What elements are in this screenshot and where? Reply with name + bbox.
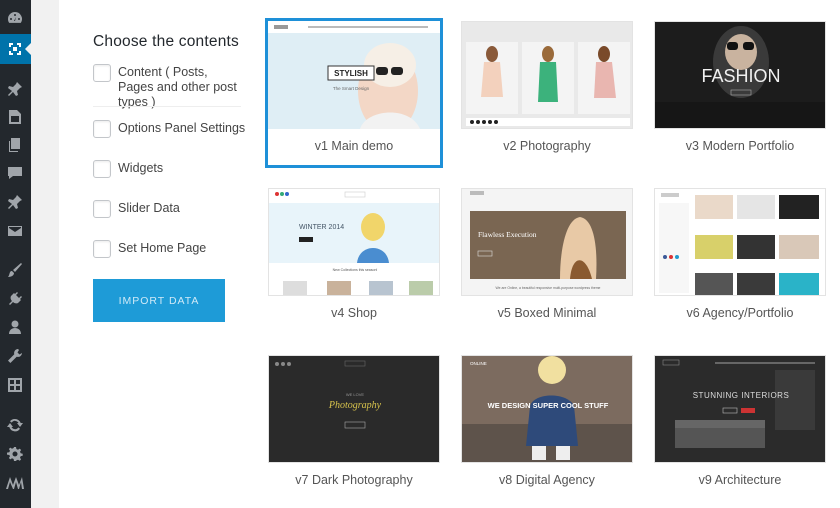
pages-icon[interactable] <box>6 136 24 154</box>
demo-caption: v2 Photography <box>503 139 591 153</box>
demo-caption: v9 Architecture <box>698 473 782 487</box>
demo-subtitle: ONLINE <box>470 361 487 366</box>
demo-banner: WINTER 2014 <box>299 224 344 231</box>
demo-caption: v4 Shop <box>331 306 377 320</box>
option-slider-data[interactable]: Slider Data <box>93 200 243 218</box>
divider <box>93 106 241 107</box>
demo-card-v6[interactable]: v6 Agency/Portfolio <box>654 188 826 320</box>
demo-card-v8[interactable]: ONLINE WE DESIGN SUPER COOL STUFF v8 Dig… <box>461 355 633 487</box>
demo-caption: v8 Digital Agency <box>499 473 595 487</box>
wrench-icon[interactable] <box>6 347 24 365</box>
demo-banner: Flawless Execution <box>478 230 537 239</box>
gear-icon[interactable] <box>6 445 24 463</box>
import-data-button[interactable]: IMPORT DATA <box>93 279 225 322</box>
demo-banner: STUNNING INTERIORS <box>693 391 790 400</box>
demo-card-v2[interactable]: v2 Photography <box>461 21 633 153</box>
comments-icon[interactable] <box>6 164 24 182</box>
demo-subtitle: We are Online, a beautiful responsive mu… <box>496 286 601 290</box>
demo-subtitle: WE LOVE <box>346 392 365 397</box>
demo-subtitle: New Collections this season! <box>333 268 378 272</box>
refresh-icon[interactable] <box>6 416 24 434</box>
admin-sidebar <box>0 0 31 508</box>
demo-caption: v5 Boxed Minimal <box>497 306 597 320</box>
demo-thumbnail <box>461 21 633 129</box>
demo-banner: STYLISH <box>334 69 368 78</box>
demo-banner: FASHION <box>701 66 780 86</box>
pin-icon-2[interactable] <box>6 193 24 211</box>
demo-thumbnail: STUNNING INTERIORS <box>654 355 826 463</box>
option-label: Widgets <box>118 161 164 175</box>
demo-card-v7[interactable]: WE LOVE Photography v7 Dark Photography <box>268 355 440 487</box>
option-widgets[interactable]: Widgets <box>93 160 243 178</box>
options-panel-checkbox[interactable] <box>93 120 111 138</box>
demo-card-v4[interactable]: WINTER 2014 New Collections this season!… <box>268 188 440 320</box>
plugin-icon[interactable] <box>6 290 24 308</box>
media-icon[interactable] <box>6 108 24 126</box>
brush-icon[interactable] <box>6 261 24 279</box>
dashboard-icon[interactable] <box>6 9 24 27</box>
demo-thumbnail: FASHION <box>654 21 826 129</box>
content-checkbox[interactable] <box>93 64 111 82</box>
demo-thumbnail <box>654 188 826 296</box>
option-options-panel[interactable]: Options Panel Settings <box>93 120 258 138</box>
demo-card-v1[interactable]: STYLISH The Smart Design v1 Main demo <box>265 18 443 168</box>
demo-thumbnail: ONLINE WE DESIGN SUPER COOL STUFF <box>461 355 633 463</box>
demo-caption: v1 Main demo <box>314 139 394 153</box>
demo-thumbnail: WINTER 2014 New Collections this season! <box>268 188 440 296</box>
demo-card-v5[interactable]: Flawless Execution We are Online, a beau… <box>461 188 633 320</box>
demo-caption: v6 Agency/Portfolio <box>686 306 794 320</box>
demo-banner: WE DESIGN SUPER COOL STUFF <box>488 401 609 410</box>
demo-caption: v3 Modern Portfolio <box>685 139 795 153</box>
import-panel: Choose the contents Content ( Posts, Pag… <box>59 0 257 508</box>
users-icon[interactable] <box>6 318 24 336</box>
option-content[interactable]: Content ( Posts, Pages and other post ty… <box>93 64 243 110</box>
option-label: Content ( Posts, Pages and other post ty… <box>118 65 237 109</box>
demo-banner: Photography <box>328 400 382 411</box>
demo-thumbnail: STYLISH The Smart Design <box>268 21 440 129</box>
demo-card-v9[interactable]: STUNNING INTERIORS v9 Architecture <box>654 355 826 487</box>
slider-data-checkbox[interactable] <box>93 200 111 218</box>
logo-icon[interactable] <box>4 474 26 492</box>
grid-icon[interactable] <box>6 376 24 394</box>
option-label: Set Home Page <box>118 241 207 255</box>
set-home-page-checkbox[interactable] <box>93 240 111 258</box>
demo-thumbnail: WE LOVE Photography <box>268 355 440 463</box>
widgets-checkbox[interactable] <box>93 160 111 178</box>
pin-icon[interactable] <box>6 80 24 98</box>
option-label: Options Panel Settings <box>118 121 246 135</box>
gutter <box>31 0 59 508</box>
demo-card-v3[interactable]: FASHION v3 Modern Portfolio <box>654 21 826 153</box>
option-set-home-page[interactable]: Set Home Page <box>93 240 243 258</box>
mail-icon[interactable] <box>6 222 24 240</box>
option-label: Slider Data <box>118 201 180 215</box>
panel-title: Choose the contents <box>93 33 239 50</box>
demo-thumbnail: Flawless Execution We are Online, a beau… <box>461 188 633 296</box>
demo-caption: v7 Dark Photography <box>295 473 413 487</box>
demo-subtitle: The Smart Design <box>333 86 370 91</box>
import-icon[interactable] <box>6 40 24 58</box>
